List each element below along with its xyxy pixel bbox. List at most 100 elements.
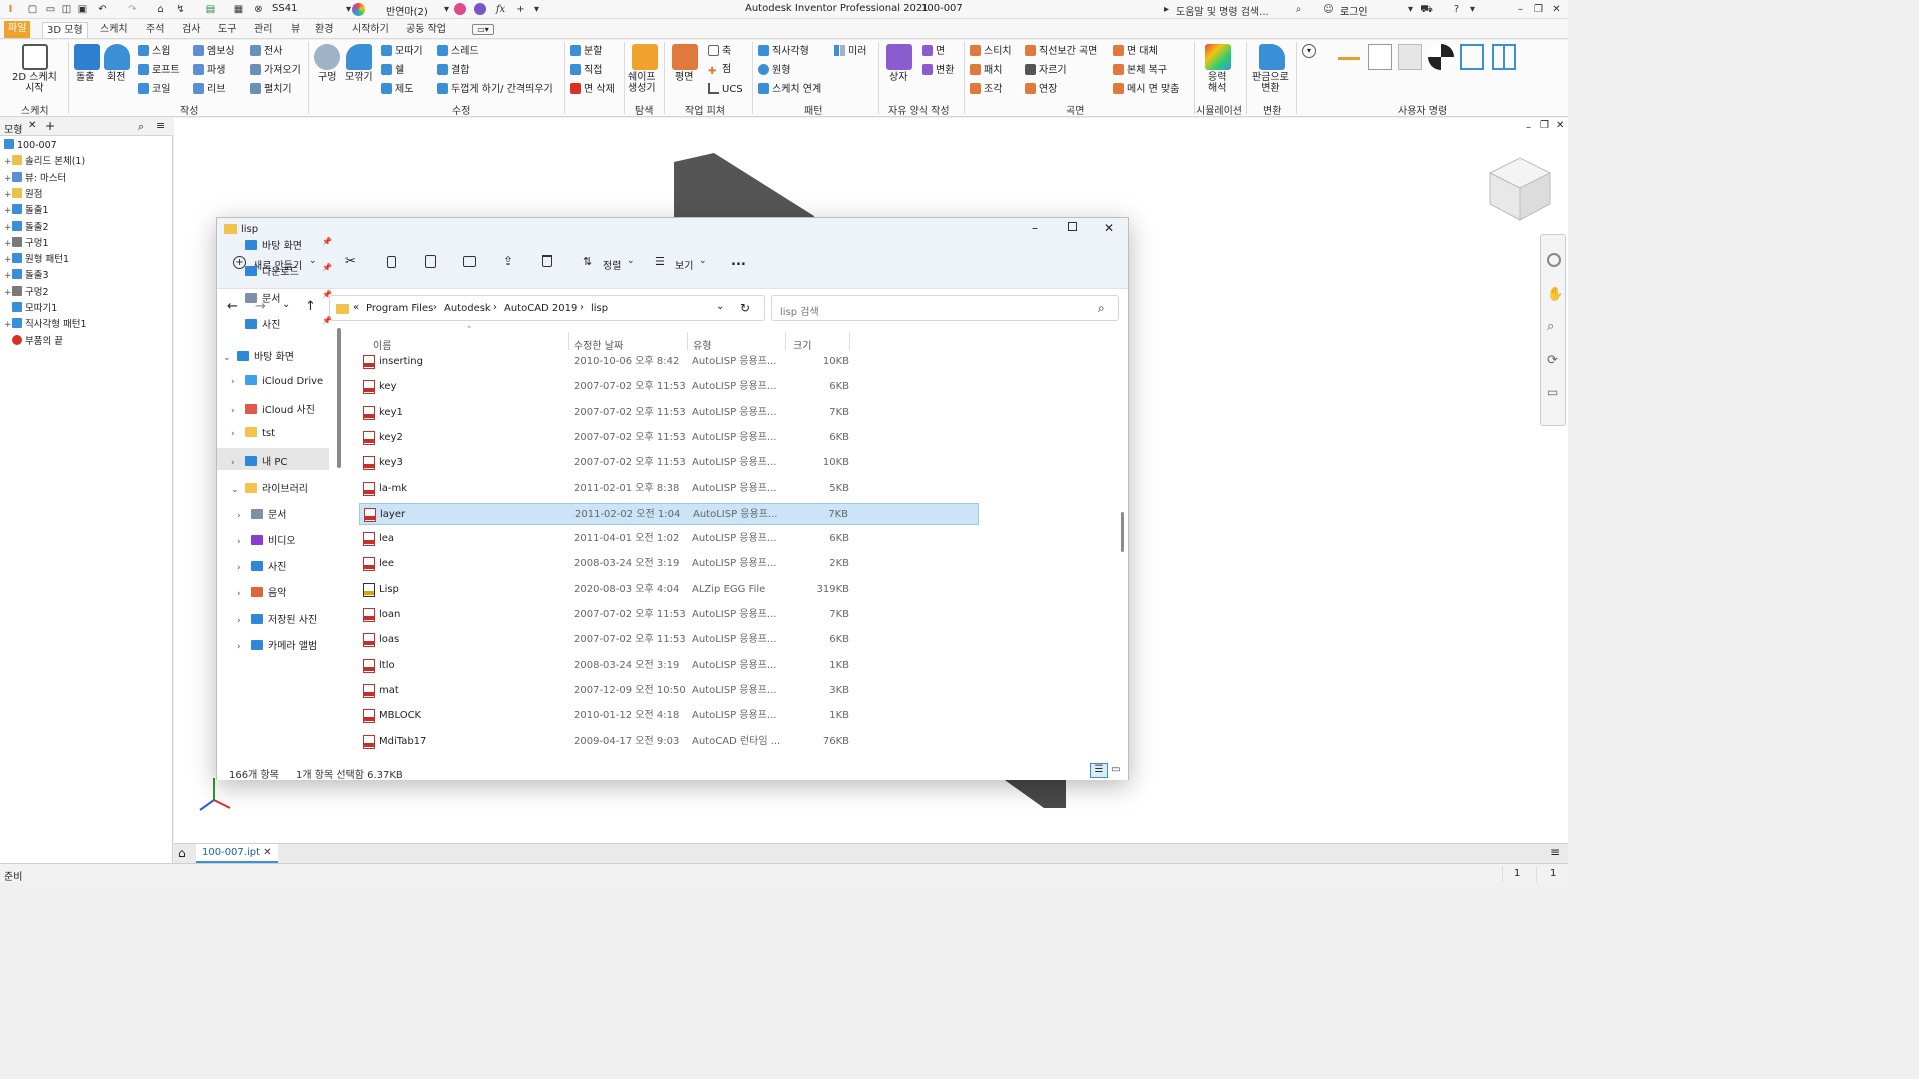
tree-item[interactable]: + 구멍2 [4,285,49,301]
repair-bodies-button[interactable]: 본체 복구 [1113,64,1167,77]
nav-chevron-icon[interactable]: › [231,458,245,468]
cut-icon[interactable]: ✂ [345,254,356,269]
file-row[interactable]: loas 2007-07-02 오후 11:53 AutoLISP 응용프... 6K… [359,629,979,651]
column-divider[interactable] [849,332,850,350]
patch-button[interactable]: 패치 [970,64,1002,77]
split-button[interactable]: 분할 [570,45,602,58]
fillet-button[interactable]: 모깎기 [345,72,373,84]
tree-item[interactable]: + 돌출2 [4,220,49,236]
start-sketch-button[interactable]: 2D 스케치 시작 [12,72,57,94]
nav-item[interactable]: 사진 📌 [231,316,332,331]
coil-button[interactable]: 코일 [138,83,170,96]
material-select[interactable]: SS41 [272,3,297,14]
material-icon[interactable]: ⊗ [252,3,265,16]
nav-item[interactable]: › 사진 [237,558,286,573]
nav-item[interactable]: 다운로드 📌 [231,263,332,278]
recent-dropdown-icon[interactable]: ⌄ [282,299,290,310]
tab-get-started[interactable]: 시작하기 [348,22,393,38]
column-date[interactable]: 수정한 날짜 [574,337,623,352]
tab-sketch[interactable]: 스케치 [96,22,132,38]
box-icon[interactable] [886,44,912,70]
file-list-scrollbar[interactable] [1121,512,1124,552]
column-name[interactable]: 이름 [373,337,391,352]
file-row[interactable]: mat 2007-12-09 오전 10:50 AutoLISP 응용프... 3KB [359,680,979,702]
login-dropdown-icon[interactable]: ▾ [1404,3,1417,16]
file-row[interactable]: lee 2008-03-24 오전 3:19 AutoLISP 응용프... 2KB [359,553,979,575]
new-file-icon[interactable]: ▢ [26,3,39,16]
tab-3d-model[interactable]: 3D 모형 [42,22,88,38]
browser-menu-icon[interactable]: ≡ [156,119,165,132]
expand-icon[interactable]: + [4,317,12,333]
face-button[interactable]: 면 [922,45,945,58]
tab-environments[interactable]: 환경 [311,22,337,38]
pan-icon[interactable]: ✋ [1547,287,1563,302]
view-button[interactable]: 보기 [675,257,693,272]
address-dropdown-icon[interactable]: ⌄ [716,301,724,312]
expand-icon[interactable]: + [4,203,12,219]
stress-analysis-icon[interactable] [1205,44,1231,70]
new-dropdown-icon[interactable]: ⌄ [309,256,317,266]
extend-button[interactable]: 연장 [1025,83,1057,96]
nav-scrollbar[interactable] [337,328,341,468]
nav-item[interactable]: › tst [231,427,275,439]
sort-button[interactable]: 정렬 [603,257,621,272]
measure-icon[interactable]: ▦ [232,3,245,16]
breadcrumb-autocad[interactable]: AutoCAD 2019 [504,303,577,314]
mirror-button[interactable]: 미러 [834,45,866,58]
file-row[interactable]: key 2007-07-02 오후 11:53 AutoLISP 응용프... 6KB [359,376,979,398]
revolve-button[interactable]: 회전 [107,72,125,84]
help-icon[interactable]: ? [1450,3,1463,16]
parameters-icon[interactable]: fx [494,3,507,16]
nav-item[interactable]: 바탕 화면 📌 [231,237,332,252]
home-icon[interactable]: ⌂ [154,3,167,16]
clear-icon[interactable] [474,3,486,15]
ucs-button[interactable]: UCS [708,83,743,96]
file-row[interactable]: layer 2011-02-02 오전 1:04 AutoLISP 응용프... 7K… [359,502,979,525]
search-box[interactable]: lisp 검색 ⌕ [771,295,1119,321]
delete-face-button[interactable]: 면 삭제 [570,83,615,96]
replace-face-button[interactable]: 면 대체 [1113,45,1158,58]
update-icon[interactable]: ↯ [174,3,187,16]
appearance-dropdown-icon[interactable]: ▾ [440,3,453,16]
breadcrumb-program-files[interactable]: Program Files [366,303,433,314]
address-bar[interactable]: « Program Files › Autodesk › AutoCAD 201… [329,295,765,321]
nav-item[interactable]: › 비디오 [237,532,296,547]
document-tab[interactable]: 100-007.ipt ✕ [196,844,278,863]
nav-item[interactable]: › iCloud Drive [231,375,323,387]
tab-annotate[interactable]: 주석 [142,22,168,38]
tab-collaborate[interactable]: 공동 작업 [402,22,450,38]
tile-windows-icon[interactable] [1492,44,1516,70]
hole-icon[interactable] [314,44,340,70]
tree-item[interactable]: + 솔리드 본체(1) [4,154,85,170]
viewport-minimize-icon[interactable]: – [1526,122,1531,133]
breadcrumb-autodesk[interactable]: Autodesk [444,303,491,314]
sort-dropdown-icon[interactable]: ⌄ [627,256,635,266]
shape-generator-icon[interactable] [632,44,658,70]
document-tab-close-icon[interactable]: ✕ [263,847,271,858]
delete-icon[interactable] [542,255,552,267]
tab-inspect[interactable]: 검사 [178,22,204,38]
pin-icon[interactable]: 📌 [322,263,332,272]
user-command-dropdown-icon[interactable]: ▾ [1302,44,1316,58]
search-icon[interactable]: ⌕ [1292,3,1305,16]
zoom-icon[interactable]: ⌕ [1547,319,1554,334]
view-layout-icon[interactable] [1460,44,1484,70]
pin-icon[interactable]: 📌 [322,290,332,299]
appearance-select[interactable]: 반연마(2) [386,3,428,18]
extrude-button[interactable]: 돌출 [76,72,94,84]
convert-to-sheet-metal-button[interactable]: 판금으로 변환 [1252,72,1289,94]
browser-tab-model[interactable]: 모형 [4,121,22,136]
trim-button[interactable]: 자르기 [1025,64,1067,77]
column-divider[interactable] [785,332,786,350]
viewport-close-icon[interactable]: ✕ [1556,120,1564,131]
restore-icon[interactable]: ❐ [1532,3,1545,16]
loft-button[interactable]: 로프트 [138,64,180,77]
undo-icon[interactable]: ↶ [96,3,109,16]
expand-icon[interactable]: + [4,171,12,187]
fillet-icon[interactable] [346,44,372,70]
user-icon[interactable]: ☺ [1322,3,1335,16]
nav-item[interactable]: ⌄ 라이브러리 [231,480,308,495]
axis-button[interactable]: 축 [708,45,731,58]
more-options-button[interactable]: ... [731,254,746,269]
expand-icon[interactable]: + [4,236,12,252]
